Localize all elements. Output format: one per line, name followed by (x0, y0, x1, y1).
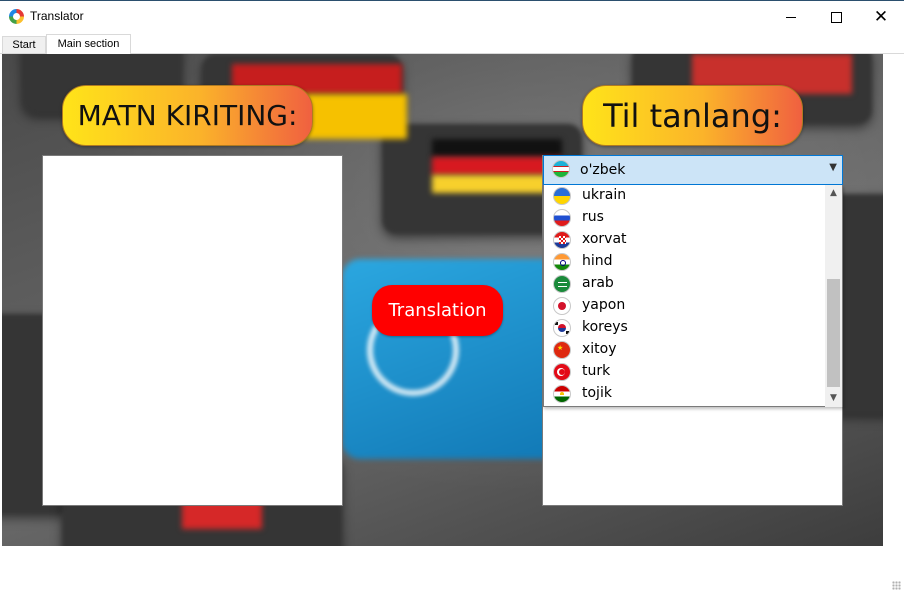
maximize-icon (830, 11, 842, 23)
language-option-label: hind (582, 253, 613, 269)
turkey-flag-icon (553, 363, 571, 381)
india-flag-icon (553, 253, 571, 271)
china-flag-icon: ★ (553, 341, 571, 359)
russia-flag-icon (553, 209, 571, 227)
language-dropdown-list: ukrain rus xorvat hind arab yapon koreys… (543, 185, 843, 407)
tab-main-section[interactable]: Main section (46, 34, 131, 54)
ukraine-flag-icon (553, 187, 571, 205)
language-option-label: arab (582, 275, 614, 291)
language-option-ukrain[interactable]: ukrain (544, 185, 826, 207)
scrollbar-thumb[interactable] (827, 279, 840, 387)
source-text-input[interactable] (42, 155, 343, 506)
language-option-label: turk (582, 363, 611, 379)
language-option-xorvat[interactable]: xorvat (544, 229, 826, 251)
language-option-yapon[interactable]: yapon (544, 295, 826, 317)
language-option-tojik[interactable]: tojik (544, 383, 826, 405)
title-bar: Translator ✕ (0, 0, 904, 34)
croatia-flag-icon (553, 231, 571, 249)
language-option-label: ukrain (582, 187, 627, 203)
translate-button[interactable]: Translation (372, 285, 503, 336)
chevron-down-icon: ▼ (829, 162, 837, 173)
language-heading: Til tanlang: (582, 85, 803, 146)
scroll-down-icon[interactable]: ▼ (825, 390, 842, 407)
japan-flag-icon (553, 297, 571, 315)
close-icon: ✕ (873, 7, 889, 27)
uzbekistan-flag-icon (552, 160, 570, 178)
input-heading: MATN KIRITING: (62, 85, 313, 146)
tajikistan-flag-icon (553, 385, 571, 403)
resize-grip-icon[interactable] (892, 581, 901, 590)
language-option-turk[interactable]: turk (544, 361, 826, 383)
maximize-button[interactable] (813, 0, 859, 34)
dropdown-scrollbar[interactable]: ▲ ▼ (825, 185, 842, 407)
language-option-xitoy[interactable]: ★ xitoy (544, 339, 826, 361)
saudi-arabia-flag-icon (553, 275, 571, 293)
language-option-label: yapon (582, 297, 626, 313)
tab-start[interactable]: Start (2, 36, 46, 53)
south-korea-flag-icon (553, 319, 571, 337)
language-option-label: xorvat (582, 231, 627, 247)
main-section-panel: MATN KIRITING: Til tanlang: Translation … (2, 54, 883, 546)
language-option-rus[interactable]: rus (544, 207, 826, 229)
language-option-arab[interactable]: arab (544, 273, 826, 295)
language-option-label: koreys (582, 319, 628, 335)
language-select[interactable]: o'zbek ▼ (543, 155, 843, 185)
language-option-koreys[interactable]: koreys (544, 317, 826, 339)
close-button[interactable]: ✕ (858, 0, 904, 34)
language-option-hind[interactable]: hind (544, 251, 826, 273)
language-select-value: o'zbek (580, 162, 626, 178)
window-title: Translator (30, 9, 84, 23)
app-icon (9, 9, 24, 24)
language-option-label: xitoy (582, 341, 617, 357)
minimize-button[interactable] (768, 0, 814, 34)
minimize-icon (786, 16, 796, 18)
language-option-label: tojik (582, 385, 612, 401)
language-option-label: rus (582, 209, 604, 225)
scroll-up-icon[interactable]: ▲ (825, 185, 842, 202)
